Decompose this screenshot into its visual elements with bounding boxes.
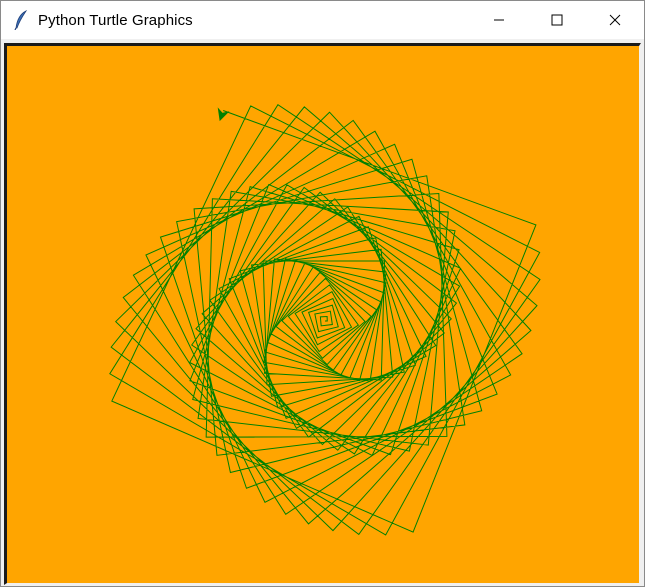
minimize-button[interactable] bbox=[470, 1, 528, 39]
maximize-icon bbox=[551, 14, 563, 26]
feather-icon bbox=[13, 10, 29, 30]
spiral-path bbox=[109, 104, 541, 536]
window-title: Python Turtle Graphics bbox=[38, 11, 193, 29]
turtle-canvas-frame[interactable] bbox=[4, 43, 641, 585]
window-controls bbox=[470, 1, 644, 39]
square-spiral bbox=[109, 104, 541, 536]
minimize-icon bbox=[494, 19, 504, 21]
title-bar[interactable]: Python Turtle Graphics bbox=[1, 1, 644, 39]
close-button[interactable] bbox=[586, 1, 644, 39]
close-icon bbox=[609, 14, 621, 26]
turtle-canvas[interactable] bbox=[7, 46, 639, 583]
maximize-button[interactable] bbox=[528, 1, 586, 39]
turtle-window: Python Turtle Graphics bbox=[0, 0, 645, 587]
